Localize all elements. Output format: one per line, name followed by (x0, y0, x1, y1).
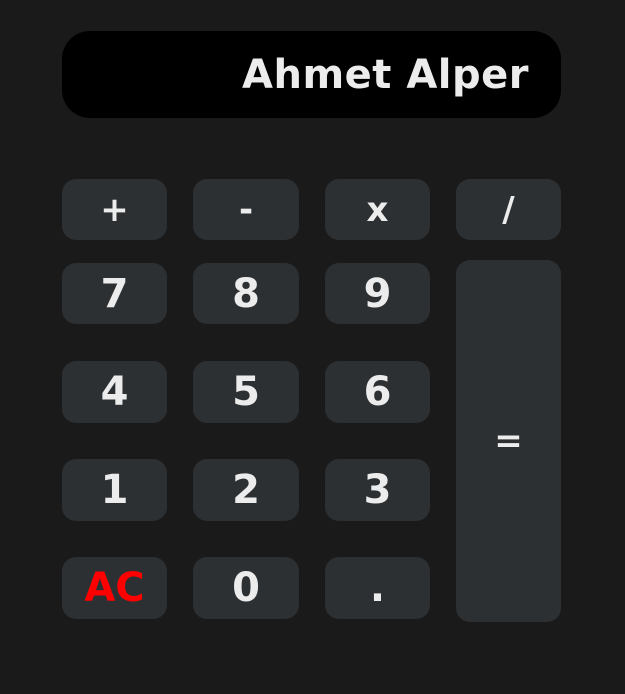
digit-7-button[interactable]: 7 (62, 263, 167, 324)
digit-2-button[interactable]: 2 (193, 459, 299, 521)
display-value: Ahmet Alper (242, 51, 529, 98)
digit-4-button[interactable]: 4 (62, 361, 167, 423)
digit-1-button[interactable]: 1 (62, 459, 167, 521)
digit-5-button[interactable]: 5 (193, 361, 299, 423)
divide-button[interactable]: / (456, 179, 561, 240)
digit-3-button[interactable]: 3 (325, 459, 430, 521)
clear-button[interactable]: AC (62, 557, 167, 619)
add-button[interactable]: + (62, 179, 167, 240)
digit-8-button[interactable]: 8 (193, 263, 299, 324)
decimal-button[interactable]: . (325, 557, 430, 619)
digit-9-button[interactable]: 9 (325, 263, 430, 324)
digit-0-button[interactable]: 0 (193, 557, 299, 619)
digit-6-button[interactable]: 6 (325, 361, 430, 423)
multiply-button[interactable]: x (325, 179, 430, 240)
equals-button[interactable]: = (456, 260, 561, 622)
subtract-button[interactable]: - (193, 179, 299, 240)
calculator-display: Ahmet Alper (62, 31, 561, 118)
